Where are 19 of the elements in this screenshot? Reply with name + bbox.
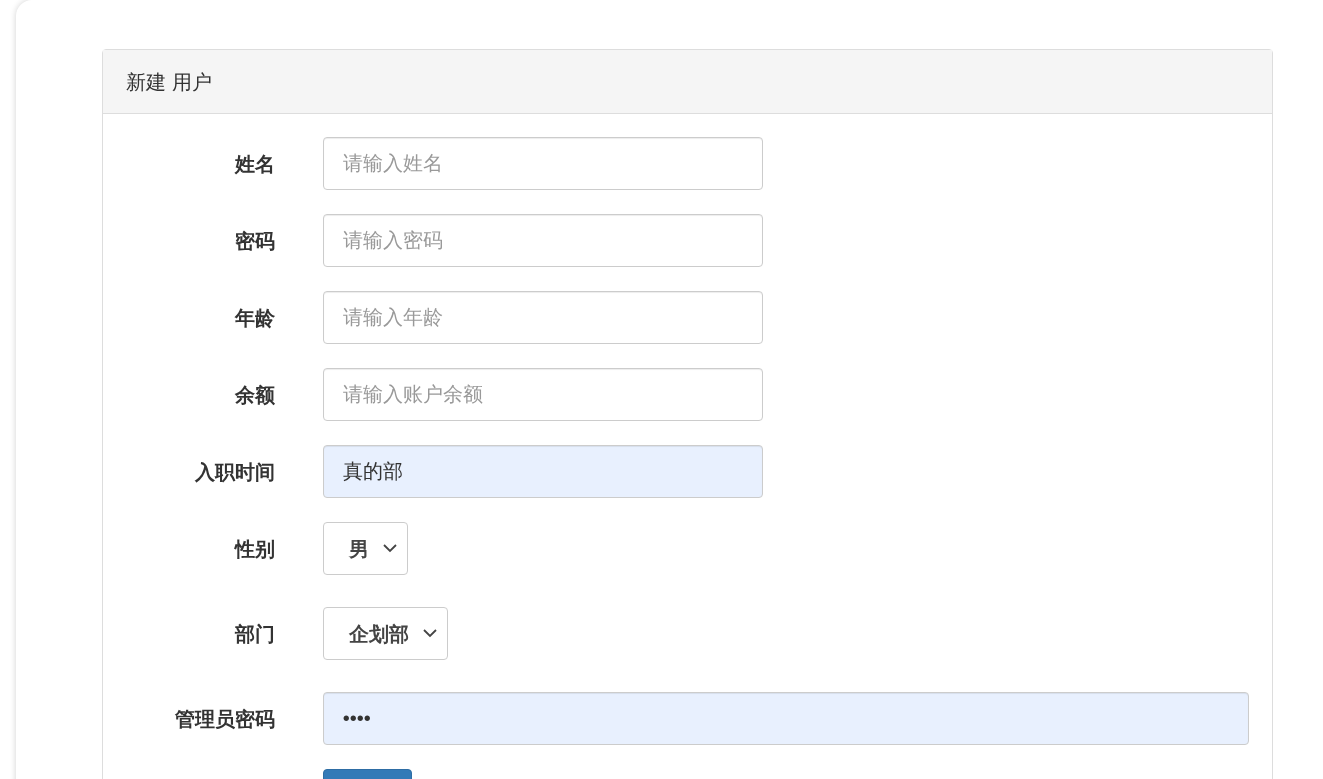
field-label: 姓名 <box>233 151 275 177</box>
field-label: 部门 <box>234 621 275 647</box>
dropdown[interactable]: 企划部 <box>323 607 448 660</box>
field-label: 性别 <box>233 536 275 562</box>
chevron-down-icon <box>383 544 397 553</box>
input-field[interactable]: •••• <box>322 692 1249 745</box>
field-label: 年龄 <box>233 305 275 331</box>
field-label: 余额 <box>234 382 275 408</box>
dropdown[interactable]: 男 <box>323 522 408 575</box>
input-field[interactable]: 请输入姓名 <box>323 137 763 190</box>
input-field[interactable]: 真的部 <box>323 445 763 498</box>
field-label: 管理员密码 <box>173 706 275 732</box>
chevron-down-icon <box>423 629 437 638</box>
field-label: 密码 <box>234 228 275 254</box>
card-title: 新建 用户 <box>126 69 212 95</box>
input-field[interactable]: 请输入年龄 <box>323 291 763 344</box>
field-label: 入职时间 <box>194 459 275 485</box>
input-field[interactable]: 请输入密码 <box>323 214 763 267</box>
input-field[interactable]: 请输入账户余额 <box>323 368 763 421</box>
